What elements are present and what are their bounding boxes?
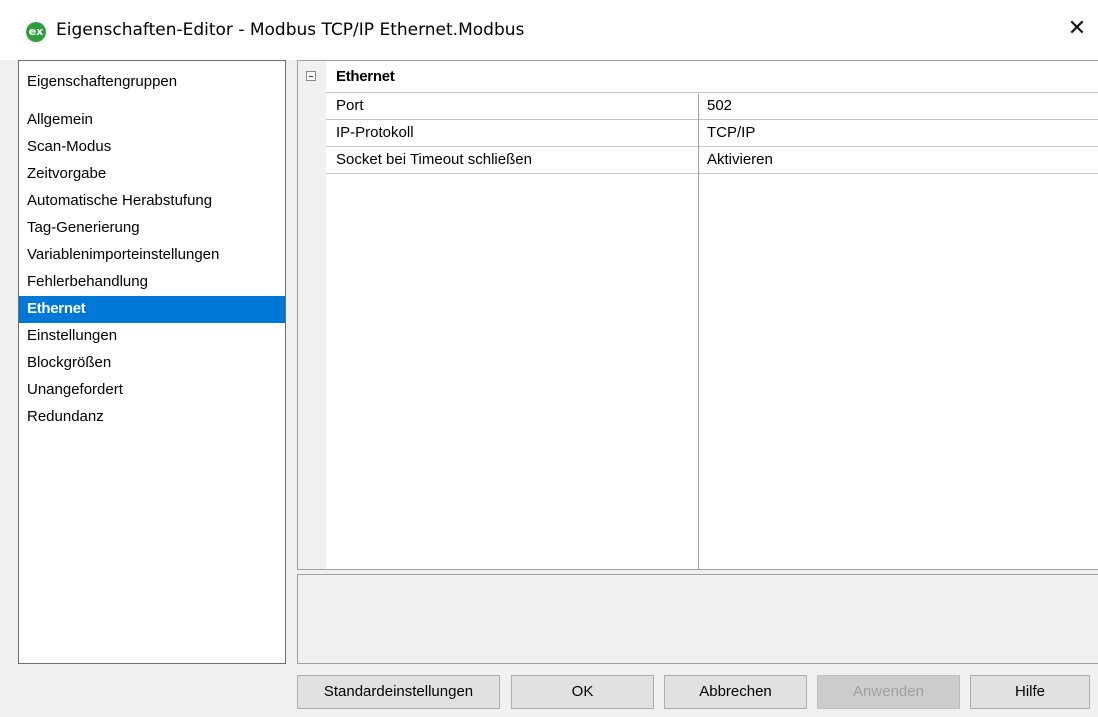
property-groups-list: Allgemein Scan-Modus Zeitvorgabe Automat… <box>19 107 285 431</box>
defaults-button[interactable]: Standardeinstellungen <box>297 675 500 709</box>
group-item-unangefordert[interactable]: Unangefordert <box>19 377 285 404</box>
property-row-socket-timeout[interactable]: Socket bei Timeout schließen Aktivieren <box>326 147 1098 174</box>
close-icon[interactable]: ✕ <box>1062 14 1092 44</box>
apply-button[interactable]: Anwenden <box>817 675 960 709</box>
grid-column-splitter[interactable] <box>698 94 699 569</box>
ok-button[interactable]: OK <box>511 675 654 709</box>
group-item-variablenimporteinstellungen[interactable]: Variablenimporteinstellungen <box>19 242 285 269</box>
help-button[interactable]: Hilfe <box>970 675 1090 709</box>
group-item-fehlerbehandlung[interactable]: Fehlerbehandlung <box>19 269 285 296</box>
property-row-port[interactable]: Port 502 <box>326 93 1098 120</box>
description-panel <box>297 574 1098 664</box>
property-groups-panel: Eigenschaftengruppen Allgemein Scan-Modu… <box>18 60 286 664</box>
group-item-scan-modus[interactable]: Scan-Modus <box>19 134 285 161</box>
group-item-tag-generierung[interactable]: Tag-Generierung <box>19 215 285 242</box>
grid-gutter <box>298 61 326 569</box>
category-label: Ethernet <box>336 68 395 85</box>
group-item-einstellungen[interactable]: Einstellungen <box>19 323 285 350</box>
cancel-button[interactable]: Abbrechen <box>664 675 807 709</box>
category-row-ethernet[interactable]: Ethernet <box>298 65 1098 92</box>
group-item-ethernet[interactable]: Ethernet <box>19 296 285 323</box>
group-item-allgemein[interactable]: Allgemein <box>19 107 285 134</box>
property-grid: Ethernet Port 502 IP-Protokoll TCP/IP So… <box>297 60 1098 570</box>
app-logo-icon: ex <box>26 22 46 42</box>
property-name: IP-Protokoll <box>336 124 414 141</box>
property-groups-header: Eigenschaftengruppen <box>27 73 178 90</box>
property-value[interactable]: 502 <box>707 97 732 114</box>
property-name: Port <box>336 97 364 114</box>
property-value[interactable]: TCP/IP <box>707 124 755 141</box>
title-bar: ex Eigenschaften-Editor - Modbus TCP/IP … <box>0 0 1098 60</box>
window-title: Eigenschaften-Editor - Modbus TCP/IP Eth… <box>56 20 525 40</box>
group-item-automatische-herabstufung[interactable]: Automatische Herabstufung <box>19 188 285 215</box>
property-row-ip-protokoll[interactable]: IP-Protokoll TCP/IP <box>326 120 1098 147</box>
group-item-blockgroessen[interactable]: Blockgrößen <box>19 350 285 377</box>
collapse-icon[interactable] <box>306 71 316 81</box>
property-name: Socket bei Timeout schließen <box>336 151 532 168</box>
group-item-redundanz[interactable]: Redundanz <box>19 404 285 431</box>
group-item-zeitvorgabe[interactable]: Zeitvorgabe <box>19 161 285 188</box>
property-value[interactable]: Aktivieren <box>707 151 773 168</box>
